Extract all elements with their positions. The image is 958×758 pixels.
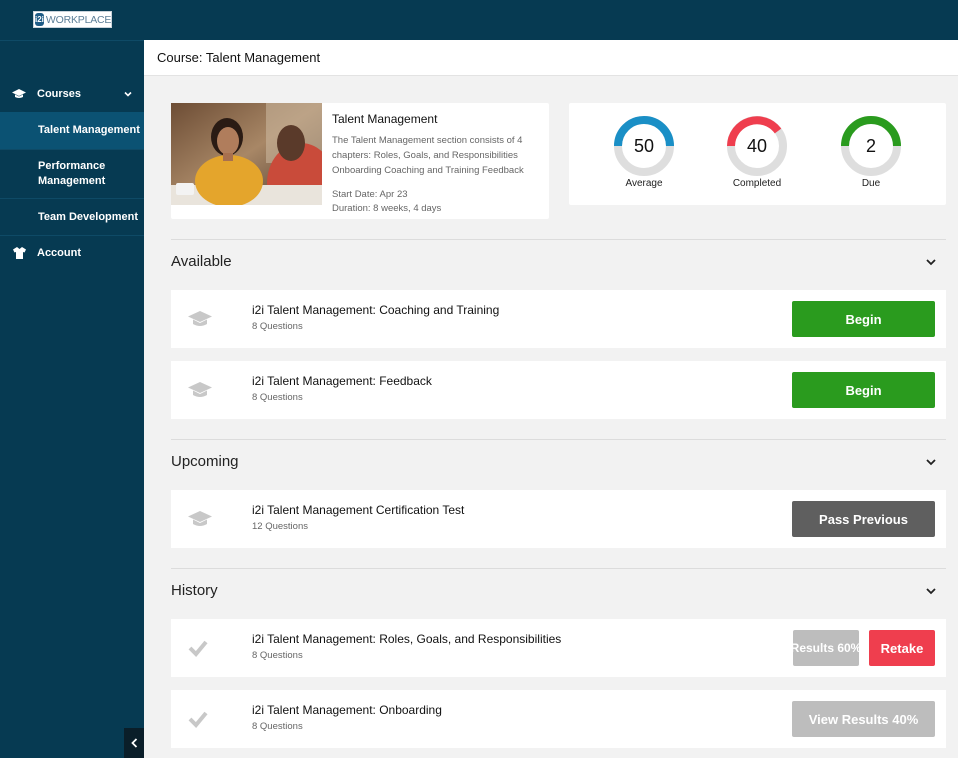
due-gauge: 2 Due xyxy=(840,115,902,195)
sidebar-item-label: Account xyxy=(37,246,81,259)
graduation-cap-icon xyxy=(188,311,212,326)
section-divider xyxy=(171,568,946,569)
course-description: The Talent Management section consists o… xyxy=(332,135,524,176)
list-item: i2i Talent Management: Coaching and Trai… xyxy=(171,290,946,348)
list-item: i2i Talent Management: Onboarding 8 Ques… xyxy=(171,690,946,748)
course-name: Talent Management xyxy=(332,112,438,126)
item-title: i2i Talent Management: Roles, Goals, and… xyxy=(252,632,562,646)
item-title: i2i Talent Management Certification Test xyxy=(252,503,465,517)
page-header: Course: Talent Management xyxy=(144,40,958,76)
graduation-cap-icon xyxy=(188,511,212,526)
due-label: Due xyxy=(861,178,881,189)
pass-previous-button[interactable]: Pass Previous xyxy=(792,501,935,537)
list-item: i2i Talent Management Certification Test… xyxy=(171,490,946,548)
available-section-title: Available xyxy=(171,253,232,270)
item-question-count: 8 Questions xyxy=(252,392,303,403)
item-title: i2i Talent Management: Feedback xyxy=(252,374,432,388)
average-gauge: 50 Average xyxy=(613,115,675,195)
item-question-count: 8 Questions xyxy=(252,650,303,661)
sidebar-divider xyxy=(0,40,144,41)
item-title: i2i Talent Management: Coaching and Trai… xyxy=(252,303,500,317)
stats-card: 50 Average 40 Completed 2 Due xyxy=(569,103,946,205)
graduation-cap-icon xyxy=(188,382,212,397)
course-info-card: Talent Management The Talent Management … xyxy=(171,103,549,219)
sidebar-divider xyxy=(0,235,144,236)
average-label: Average xyxy=(625,178,663,189)
logo-badge: i2i xyxy=(35,13,44,26)
list-item: i2i Talent Management: Roles, Goals, and… xyxy=(171,619,946,677)
sidebar-item-label: Talent Management xyxy=(38,124,140,136)
chevron-down-icon xyxy=(124,89,132,99)
chevron-left-icon xyxy=(130,738,137,748)
checkmark-icon xyxy=(188,640,208,657)
course-image xyxy=(171,103,322,205)
shirt-icon xyxy=(12,246,26,260)
list-item: i2i Talent Management: Feedback 8 Questi… xyxy=(171,361,946,419)
results-button[interactable]: Results 60% xyxy=(791,630,861,666)
retake-button[interactable]: Retake xyxy=(869,630,935,666)
app-logo[interactable]: i2i WORKPLACE xyxy=(33,11,112,28)
sidebar-item-courses[interactable]: Courses xyxy=(0,84,144,104)
chevron-down-icon[interactable] xyxy=(924,255,938,269)
history-section-title: History xyxy=(171,582,218,599)
graduation-cap-icon xyxy=(12,87,26,101)
collapse-sidebar-button[interactable] xyxy=(124,728,144,758)
average-value: 50 xyxy=(633,136,655,156)
item-title: i2i Talent Management: Onboarding xyxy=(252,703,442,717)
course-start-date: Start Date: Apr 23 xyxy=(332,189,408,200)
sidebar-item-talent-management[interactable]: Talent Management xyxy=(0,112,144,149)
logo-text: WORKPLACE xyxy=(45,13,112,26)
top-bar: i2i WORKPLACE xyxy=(0,0,958,40)
sidebar-item-performance-management[interactable]: Performance Management xyxy=(0,150,144,198)
completed-label: Completed xyxy=(732,178,782,189)
upcoming-section-title: Upcoming xyxy=(171,453,239,470)
page-title: Course: Talent Management xyxy=(157,50,321,65)
begin-button[interactable]: Begin xyxy=(792,372,935,408)
sidebar-item-label: Performance Management xyxy=(38,160,106,187)
section-divider xyxy=(171,439,946,440)
begin-button[interactable]: Begin xyxy=(792,301,935,337)
sidebar-item-account[interactable]: Account xyxy=(0,243,144,263)
item-question-count: 12 Questions xyxy=(252,521,308,532)
completed-gauge: 40 Completed xyxy=(726,115,788,195)
sidebar-item-team-development[interactable]: Team Development xyxy=(0,199,144,235)
section-divider xyxy=(171,239,946,240)
checkmark-icon xyxy=(188,711,208,728)
completed-value: 40 xyxy=(746,136,768,156)
item-question-count: 8 Questions xyxy=(252,721,303,732)
item-question-count: 8 Questions xyxy=(252,321,303,332)
view-results-button[interactable]: View Results 40% xyxy=(792,701,935,737)
course-duration: Duration: 8 weeks, 4 days xyxy=(332,203,442,214)
chevron-down-icon[interactable] xyxy=(924,584,938,598)
sidebar-item-label: Courses xyxy=(37,87,82,100)
due-value: 2 xyxy=(865,136,876,156)
sidebar-item-label: Team Development xyxy=(38,211,139,223)
sidebar: Courses Talent Management Performance Ma… xyxy=(0,40,144,758)
chevron-down-icon[interactable] xyxy=(924,455,938,469)
